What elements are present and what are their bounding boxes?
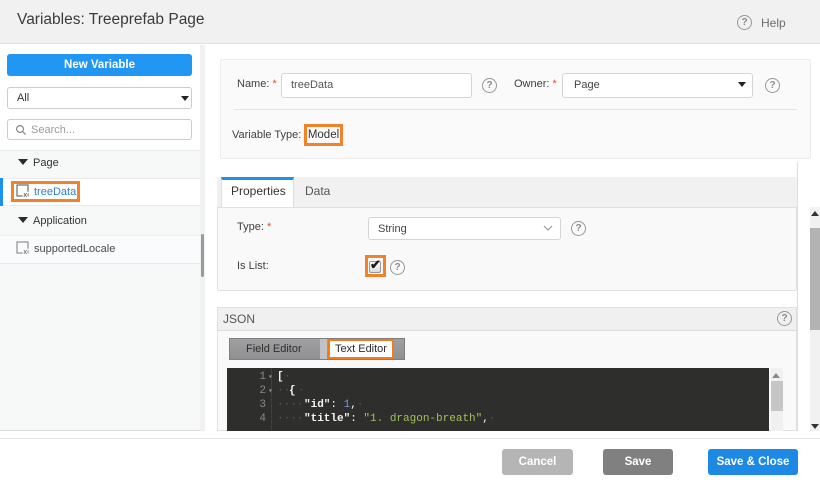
svg-text:x: x: [23, 247, 27, 255]
svg-text:x: x: [23, 190, 27, 198]
